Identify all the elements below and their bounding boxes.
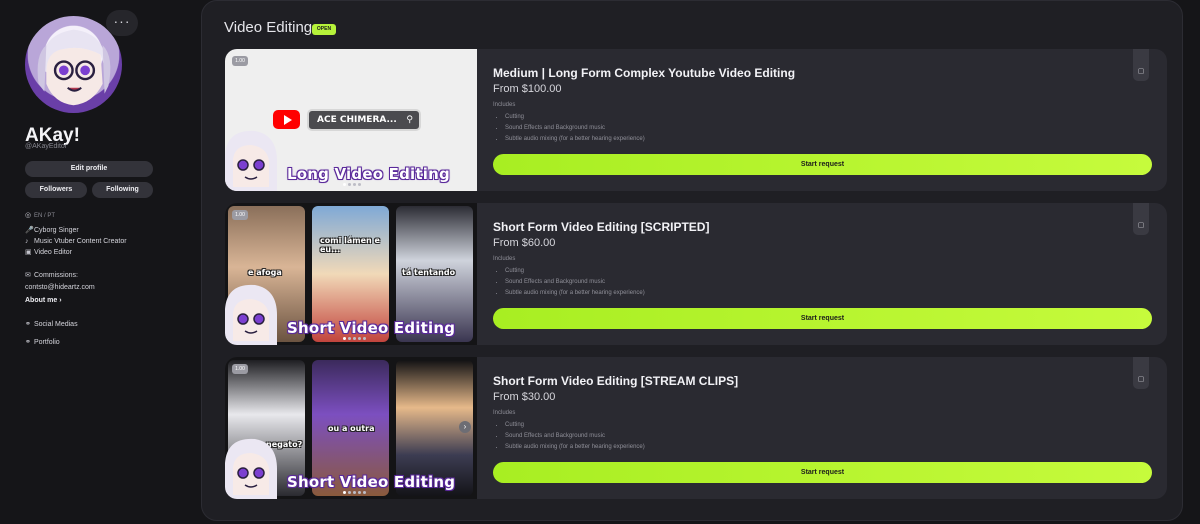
more-options-button[interactable]: ··· xyxy=(106,10,138,36)
service-price: From $30.00 xyxy=(493,391,556,403)
search-icon: ⚲ xyxy=(406,115,413,125)
list-item: Subtle audio mixing (for a better hearin… xyxy=(505,288,645,299)
includes-label: Includes xyxy=(493,256,516,262)
bio-line: ▣ Video Editor xyxy=(25,247,72,259)
commissions-email[interactable]: contsto@hideartz.com xyxy=(25,282,95,294)
carousel-dots[interactable] xyxy=(343,491,366,494)
service-thumbnail[interactable]: e afoga comi lámen e eu... tá tentando 1… xyxy=(225,203,477,345)
list-item: Sound Effects and Background music xyxy=(505,123,645,134)
list-item: Cutting xyxy=(505,112,645,123)
service-card[interactable]: e afoga comi lámen e eu... tá tentando 1… xyxy=(225,203,1167,345)
list-item: Cutting xyxy=(505,420,645,431)
thumbnail-badge: 1.00 xyxy=(232,56,248,66)
start-request-button[interactable]: Start request xyxy=(493,308,1152,329)
service-thumbnail[interactable]: negato? ou a outra › 1.00 Short Video Ed… xyxy=(225,357,477,499)
panel-text: ou a outra xyxy=(328,424,375,433)
service-card[interactable]: negato? ou a outra › 1.00 Short Video Ed… xyxy=(225,357,1167,499)
globe-icon: ◎ xyxy=(25,212,32,219)
social-medias-link[interactable]: ⚭ Social Medias xyxy=(25,319,78,331)
commissions-label-text: Commissions: xyxy=(34,272,78,279)
link-icon: ⚭ xyxy=(25,339,31,346)
about-me-link[interactable]: About me › xyxy=(25,295,62,307)
envelope-icon: ✉ xyxy=(25,272,31,279)
service-title[interactable]: Short Form Video Editing [STREAM CLIPS] xyxy=(493,374,738,388)
panel-text: comi lámen e eu... xyxy=(320,236,380,254)
about-me-label: About me xyxy=(25,297,58,304)
followers-button[interactable]: Followers xyxy=(25,182,87,198)
following-button[interactable]: Following xyxy=(92,182,153,198)
chevron-right-icon: › xyxy=(59,297,62,304)
start-request-button[interactable]: Start request xyxy=(493,154,1152,175)
service-details: Short Form Video Editing [STREAM CLIPS] … xyxy=(493,357,1167,499)
service-price: From $100.00 xyxy=(493,83,562,95)
bio-text: Cyborg Singer xyxy=(34,227,79,234)
film-icon: ▣ xyxy=(25,249,32,256)
carousel-next-button[interactable]: › xyxy=(459,421,471,433)
portfolio-label: Portfolio xyxy=(34,339,60,346)
includes-list: Cutting Sound Effects and Background mus… xyxy=(503,266,645,299)
thumbnail-caption: Short Video Editing xyxy=(287,319,456,337)
service-price: From $60.00 xyxy=(493,237,556,249)
profile-handle: @AKayEditor xyxy=(25,143,68,150)
service-title[interactable]: Short Form Video Editing [SCRIPTED] xyxy=(493,220,709,234)
service-thumbnail[interactable]: 1.00 ACE CHIMERA... ⚲ Long Video Editing xyxy=(225,49,477,191)
carousel-dots[interactable] xyxy=(343,337,366,340)
section-title: Video Editing xyxy=(224,19,313,36)
list-item: Sound Effects and Background music xyxy=(505,431,645,442)
thumbnail-search-bar: ACE CHIMERA... ⚲ xyxy=(307,109,421,131)
panel-text: tá tentando xyxy=(402,268,456,277)
carousel-dots[interactable] xyxy=(343,183,361,186)
list-item: Cutting xyxy=(505,266,645,277)
thumbnail-badge: 1.00 xyxy=(232,364,248,374)
bookmark-icon[interactable]: ▢ xyxy=(1133,203,1149,235)
thumbnail-badge: 1.00 xyxy=(232,210,248,220)
start-request-button[interactable]: Start request xyxy=(493,462,1152,483)
service-details: Short Form Video Editing [SCRIPTED] From… xyxy=(493,203,1167,345)
includes-label: Includes xyxy=(493,102,516,108)
mascot-illustration xyxy=(225,284,277,345)
includes-list: Cutting Sound Effects and Background mus… xyxy=(503,112,645,145)
status-badge: OPEN xyxy=(312,24,336,35)
languages-text: EN / PT xyxy=(34,213,56,219)
service-details: Medium | Long Form Complex Youtube Video… xyxy=(493,49,1167,191)
list-item: Sound Effects and Background music xyxy=(505,277,645,288)
panel-text: e afoga xyxy=(248,268,282,277)
edit-profile-button[interactable]: Edit profile xyxy=(25,161,153,177)
mascot-illustration xyxy=(225,130,277,191)
profile-sidebar: ··· AKay! @AKayEditor Edit profile Follo… xyxy=(0,0,200,524)
link-icon: ⚭ xyxy=(25,321,31,328)
bio-text: Video Editor xyxy=(34,249,73,256)
thumbnail-search-text: ACE CHIMERA... xyxy=(317,115,397,125)
bio-text: Music Vtuber Content Creator xyxy=(34,238,127,245)
includes-list: Cutting Sound Effects and Background mus… xyxy=(503,420,645,453)
includes-label: Includes xyxy=(493,410,516,416)
service-title[interactable]: Medium | Long Form Complex Youtube Video… xyxy=(493,66,795,80)
service-card[interactable]: 1.00 ACE CHIMERA... ⚲ Long Video Editing… xyxy=(225,49,1167,191)
list-item: Subtle audio mixing (for a better hearin… xyxy=(505,134,645,145)
thumbnail-caption: Long Video Editing xyxy=(287,165,450,183)
commissions-label: ✉ Commissions: xyxy=(25,270,78,282)
list-item: Subtle audio mixing (for a better hearin… xyxy=(505,442,645,453)
bookmark-icon[interactable]: ▢ xyxy=(1133,49,1149,81)
portfolio-link[interactable]: ⚭ Portfolio xyxy=(25,337,60,349)
languages: ◎ EN / PT xyxy=(25,210,55,222)
mascot-illustration xyxy=(225,438,277,499)
thumbnail-caption: Short Video Editing xyxy=(287,473,456,491)
social-medias-label: Social Medias xyxy=(34,321,78,328)
bookmark-icon[interactable]: ▢ xyxy=(1133,357,1149,389)
